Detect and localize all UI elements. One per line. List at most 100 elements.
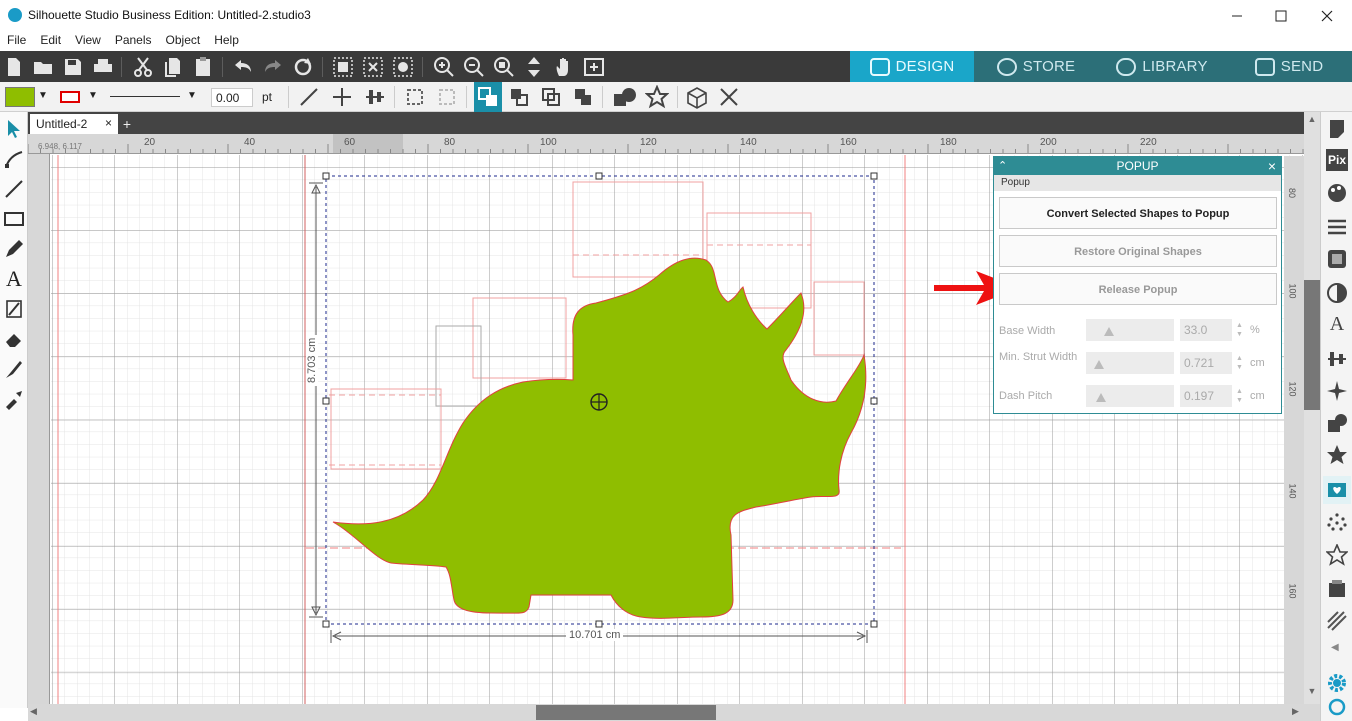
line-draw-icon[interactable] [3, 178, 25, 200]
knife-tool-icon[interactable] [3, 298, 25, 320]
min-strut-width-input[interactable]: 0.721 [1180, 352, 1232, 374]
restore-original-shapes-button[interactable]: Restore Original Shapes [999, 235, 1277, 267]
copy-icon[interactable] [161, 55, 185, 79]
menu-file[interactable]: File [0, 31, 33, 51]
point-edit-icon[interactable] [3, 148, 25, 170]
min-strut-width-spinner[interactable]: ▲ ▼ [1236, 354, 1243, 372]
dash-pitch-input[interactable]: 0.197 [1180, 385, 1232, 407]
menu-edit[interactable]: Edit [33, 31, 68, 51]
align-icon[interactable] [364, 86, 386, 108]
library-icon[interactable] [1326, 578, 1348, 600]
pan-hand-icon[interactable] [552, 55, 576, 79]
popup-panel-header[interactable]: ⌃ POPUP × [994, 157, 1281, 175]
ungroup-icon[interactable] [436, 86, 458, 108]
menu-help[interactable]: Help [207, 31, 246, 51]
arrange-front-icon[interactable] [508, 86, 530, 108]
line-tool-icon[interactable] [298, 86, 320, 108]
rhinestone-icon[interactable] [1326, 512, 1348, 534]
modify-shapes-icon[interactable] [612, 86, 638, 108]
select-all-icon[interactable] [331, 55, 355, 79]
add-tab-button[interactable]: + [118, 115, 136, 133]
print-icon[interactable] [91, 55, 115, 79]
send-to-back-button[interactable] [474, 82, 502, 112]
zoom-in-icon[interactable] [432, 55, 456, 79]
line-style-icon[interactable] [1326, 216, 1348, 238]
move-icon[interactable] [331, 86, 353, 108]
chevron-down-icon[interactable]: ▼ [38, 90, 48, 101]
slider-thumb-icon[interactable] [1096, 393, 1106, 402]
fill-color-swatch[interactable] [5, 87, 35, 107]
scroll-right-icon[interactable]: ▶ [1292, 706, 1299, 717]
palette-icon[interactable] [1326, 182, 1348, 204]
maximize-button[interactable] [1258, 0, 1304, 31]
modify-panel-icon[interactable] [1326, 412, 1348, 434]
base-width-slider[interactable] [1086, 319, 1174, 341]
select-arrow-icon[interactable] [3, 118, 25, 140]
replicate-icon[interactable] [1326, 380, 1348, 402]
text-tool-icon[interactable]: A [3, 266, 25, 291]
dash-pitch-slider[interactable] [1086, 385, 1174, 407]
tab-store[interactable]: STORE [974, 51, 1098, 82]
scroll-down-icon[interactable]: ▼ [1304, 686, 1320, 700]
base-width-spinner[interactable]: ▲ ▼ [1236, 321, 1243, 339]
tab-design[interactable]: DESIGN [850, 51, 974, 82]
rectangle-icon[interactable] [3, 208, 25, 230]
bring-forward-icon[interactable] [540, 86, 562, 108]
gradient-icon[interactable] [1326, 282, 1348, 304]
page-setup-icon[interactable] [1326, 118, 1348, 140]
close-icon[interactable] [718, 86, 740, 108]
cut-icon[interactable] [131, 55, 155, 79]
scroll-up-icon[interactable]: ▲ [1304, 114, 1320, 128]
sketch-icon[interactable] [1326, 610, 1348, 632]
select-by-color-icon[interactable] [391, 55, 415, 79]
line-color-swatch[interactable] [60, 91, 80, 103]
min-strut-width-slider[interactable] [1086, 352, 1174, 374]
close-panel-icon[interactable]: × [1268, 157, 1276, 175]
document-tab[interactable]: Untitled-2 × [30, 114, 118, 134]
convert-to-popup-button[interactable]: Convert Selected Shapes to Popup [999, 197, 1277, 229]
menu-view[interactable]: View [68, 31, 108, 51]
dash-pitch-spinner[interactable]: ▲ ▼ [1236, 387, 1243, 405]
chevron-up-icon[interactable]: ⌃ [998, 157, 1007, 175]
open-folder-icon[interactable] [31, 55, 55, 79]
sync-icon[interactable] [1326, 696, 1348, 718]
redo-icon[interactable] [261, 55, 285, 79]
popup-panel-button[interactable] [1323, 476, 1351, 504]
save-icon[interactable] [61, 55, 85, 79]
text-style-icon[interactable]: A [1326, 313, 1348, 335]
3d-box-icon[interactable] [684, 85, 710, 109]
star-icon[interactable] [645, 85, 669, 109]
send-backward-icon[interactable] [572, 86, 594, 108]
close-window-button[interactable] [1304, 0, 1350, 31]
new-file-icon[interactable] [2, 55, 26, 79]
fit-to-page-icon[interactable] [522, 55, 546, 79]
undo-icon[interactable] [231, 55, 255, 79]
minimize-button[interactable] [1214, 0, 1260, 31]
horizontal-scroll-thumb[interactable] [536, 705, 716, 720]
zoom-selection-icon[interactable] [492, 55, 516, 79]
gear-icon[interactable] [1326, 672, 1348, 694]
chevron-down-icon[interactable]: ▼ [187, 90, 197, 101]
horizontal-scrollbar[interactable]: ◀ ▶ [28, 704, 1320, 721]
line-style-sample[interactable] [110, 96, 180, 97]
fill-pattern-icon[interactable] [1326, 248, 1348, 270]
collapse-panel-icon[interactable]: ◀ [1331, 642, 1339, 653]
deselect-icon[interactable] [361, 55, 385, 79]
release-popup-button[interactable]: Release Popup [999, 273, 1277, 305]
star-outline-icon[interactable] [1326, 544, 1348, 566]
eyedropper-icon[interactable] [3, 388, 25, 410]
refresh-icon[interactable] [291, 55, 315, 79]
menu-panels[interactable]: Panels [108, 31, 159, 51]
align-panel-icon[interactable] [1326, 348, 1348, 370]
zoom-out-icon[interactable] [462, 55, 486, 79]
eraser-icon[interactable] [3, 328, 25, 350]
pencil-icon[interactable] [3, 238, 25, 260]
base-width-input[interactable]: 33.0 [1180, 319, 1232, 341]
star-shape-icon[interactable] [1326, 444, 1348, 466]
vertical-scrollbar[interactable]: ▲ ▼ [1304, 112, 1320, 704]
zoom-to-fit-icon[interactable] [582, 55, 606, 79]
slider-thumb-icon[interactable] [1104, 327, 1114, 336]
group-icon[interactable] [404, 86, 426, 108]
line-width-input[interactable]: 0.00 [211, 88, 253, 107]
chevron-down-icon[interactable]: ▼ [88, 90, 98, 101]
